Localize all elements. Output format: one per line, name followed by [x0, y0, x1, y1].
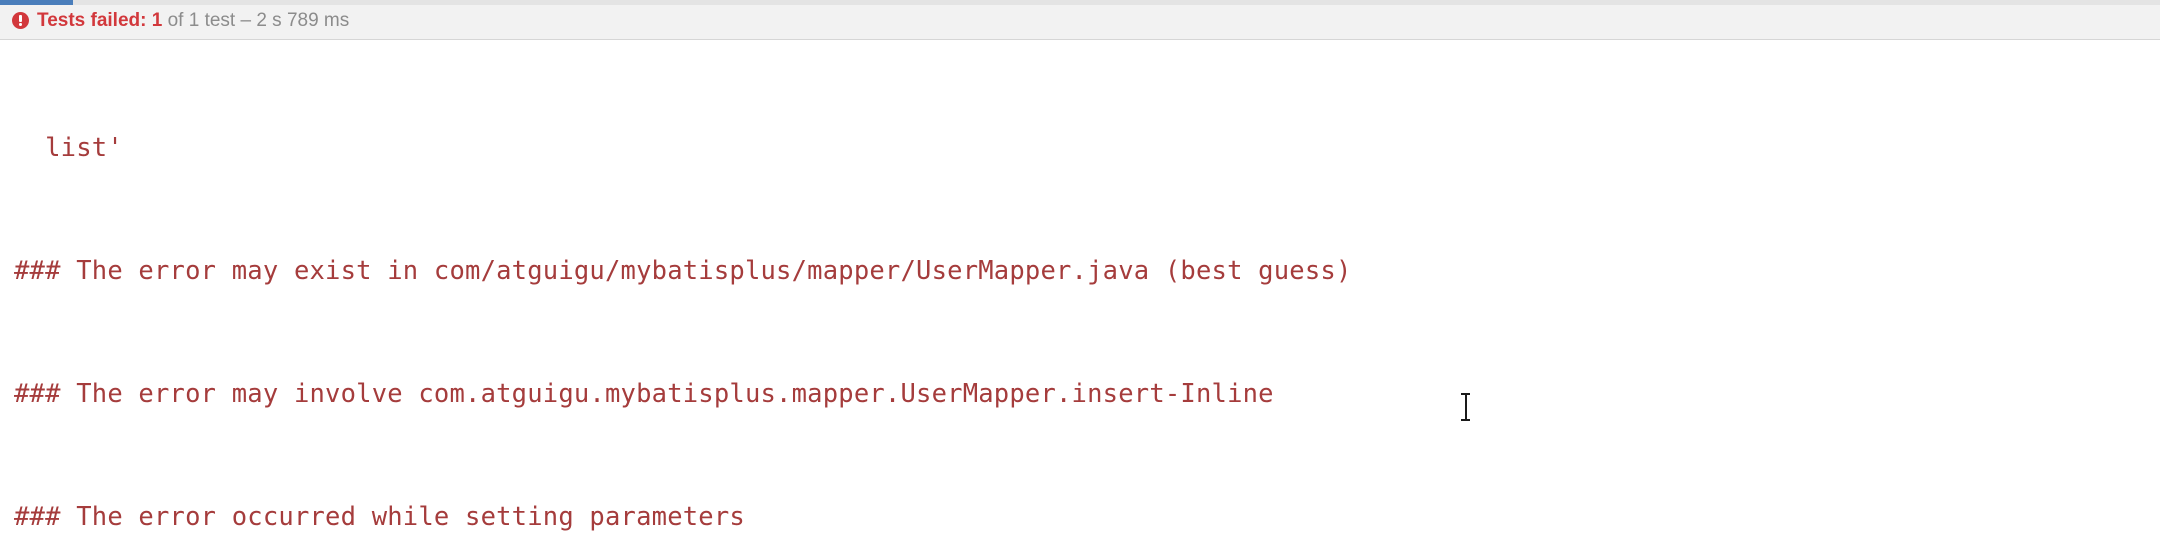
console-line: list' [14, 133, 123, 163]
tests-failed-count: 1 [151, 10, 163, 31]
console-line: ### The error occurred while setting par… [14, 502, 745, 532]
console-output-panel[interactable]: list' ### The error may exist in com/atg… [0, 40, 2160, 540]
test-summary-suffix: of 1 test – 2 s 789 ms [162, 10, 350, 31]
active-tab-accent [0, 0, 73, 5]
console-line: ### The error may involve com.atguigu.my… [14, 379, 1274, 409]
error-circle-icon [12, 12, 29, 29]
tests-failed-label: Tests failed: [37, 10, 147, 31]
console-line: ### The error may exist in com/atguigu/m… [14, 256, 1352, 286]
console-text-block[interactable]: list' ### The error may exist in com/atg… [0, 46, 2160, 540]
test-runner-window: Tests failed: 1 of 1 test – 2 s 789 ms l… [0, 0, 2160, 540]
test-status-bar: Tests failed: 1 of 1 test – 2 s 789 ms [0, 0, 2160, 40]
tab-strip-trail [73, 0, 2160, 5]
test-status-text: Tests failed: 1 of 1 test – 2 s 789 ms [37, 10, 349, 31]
